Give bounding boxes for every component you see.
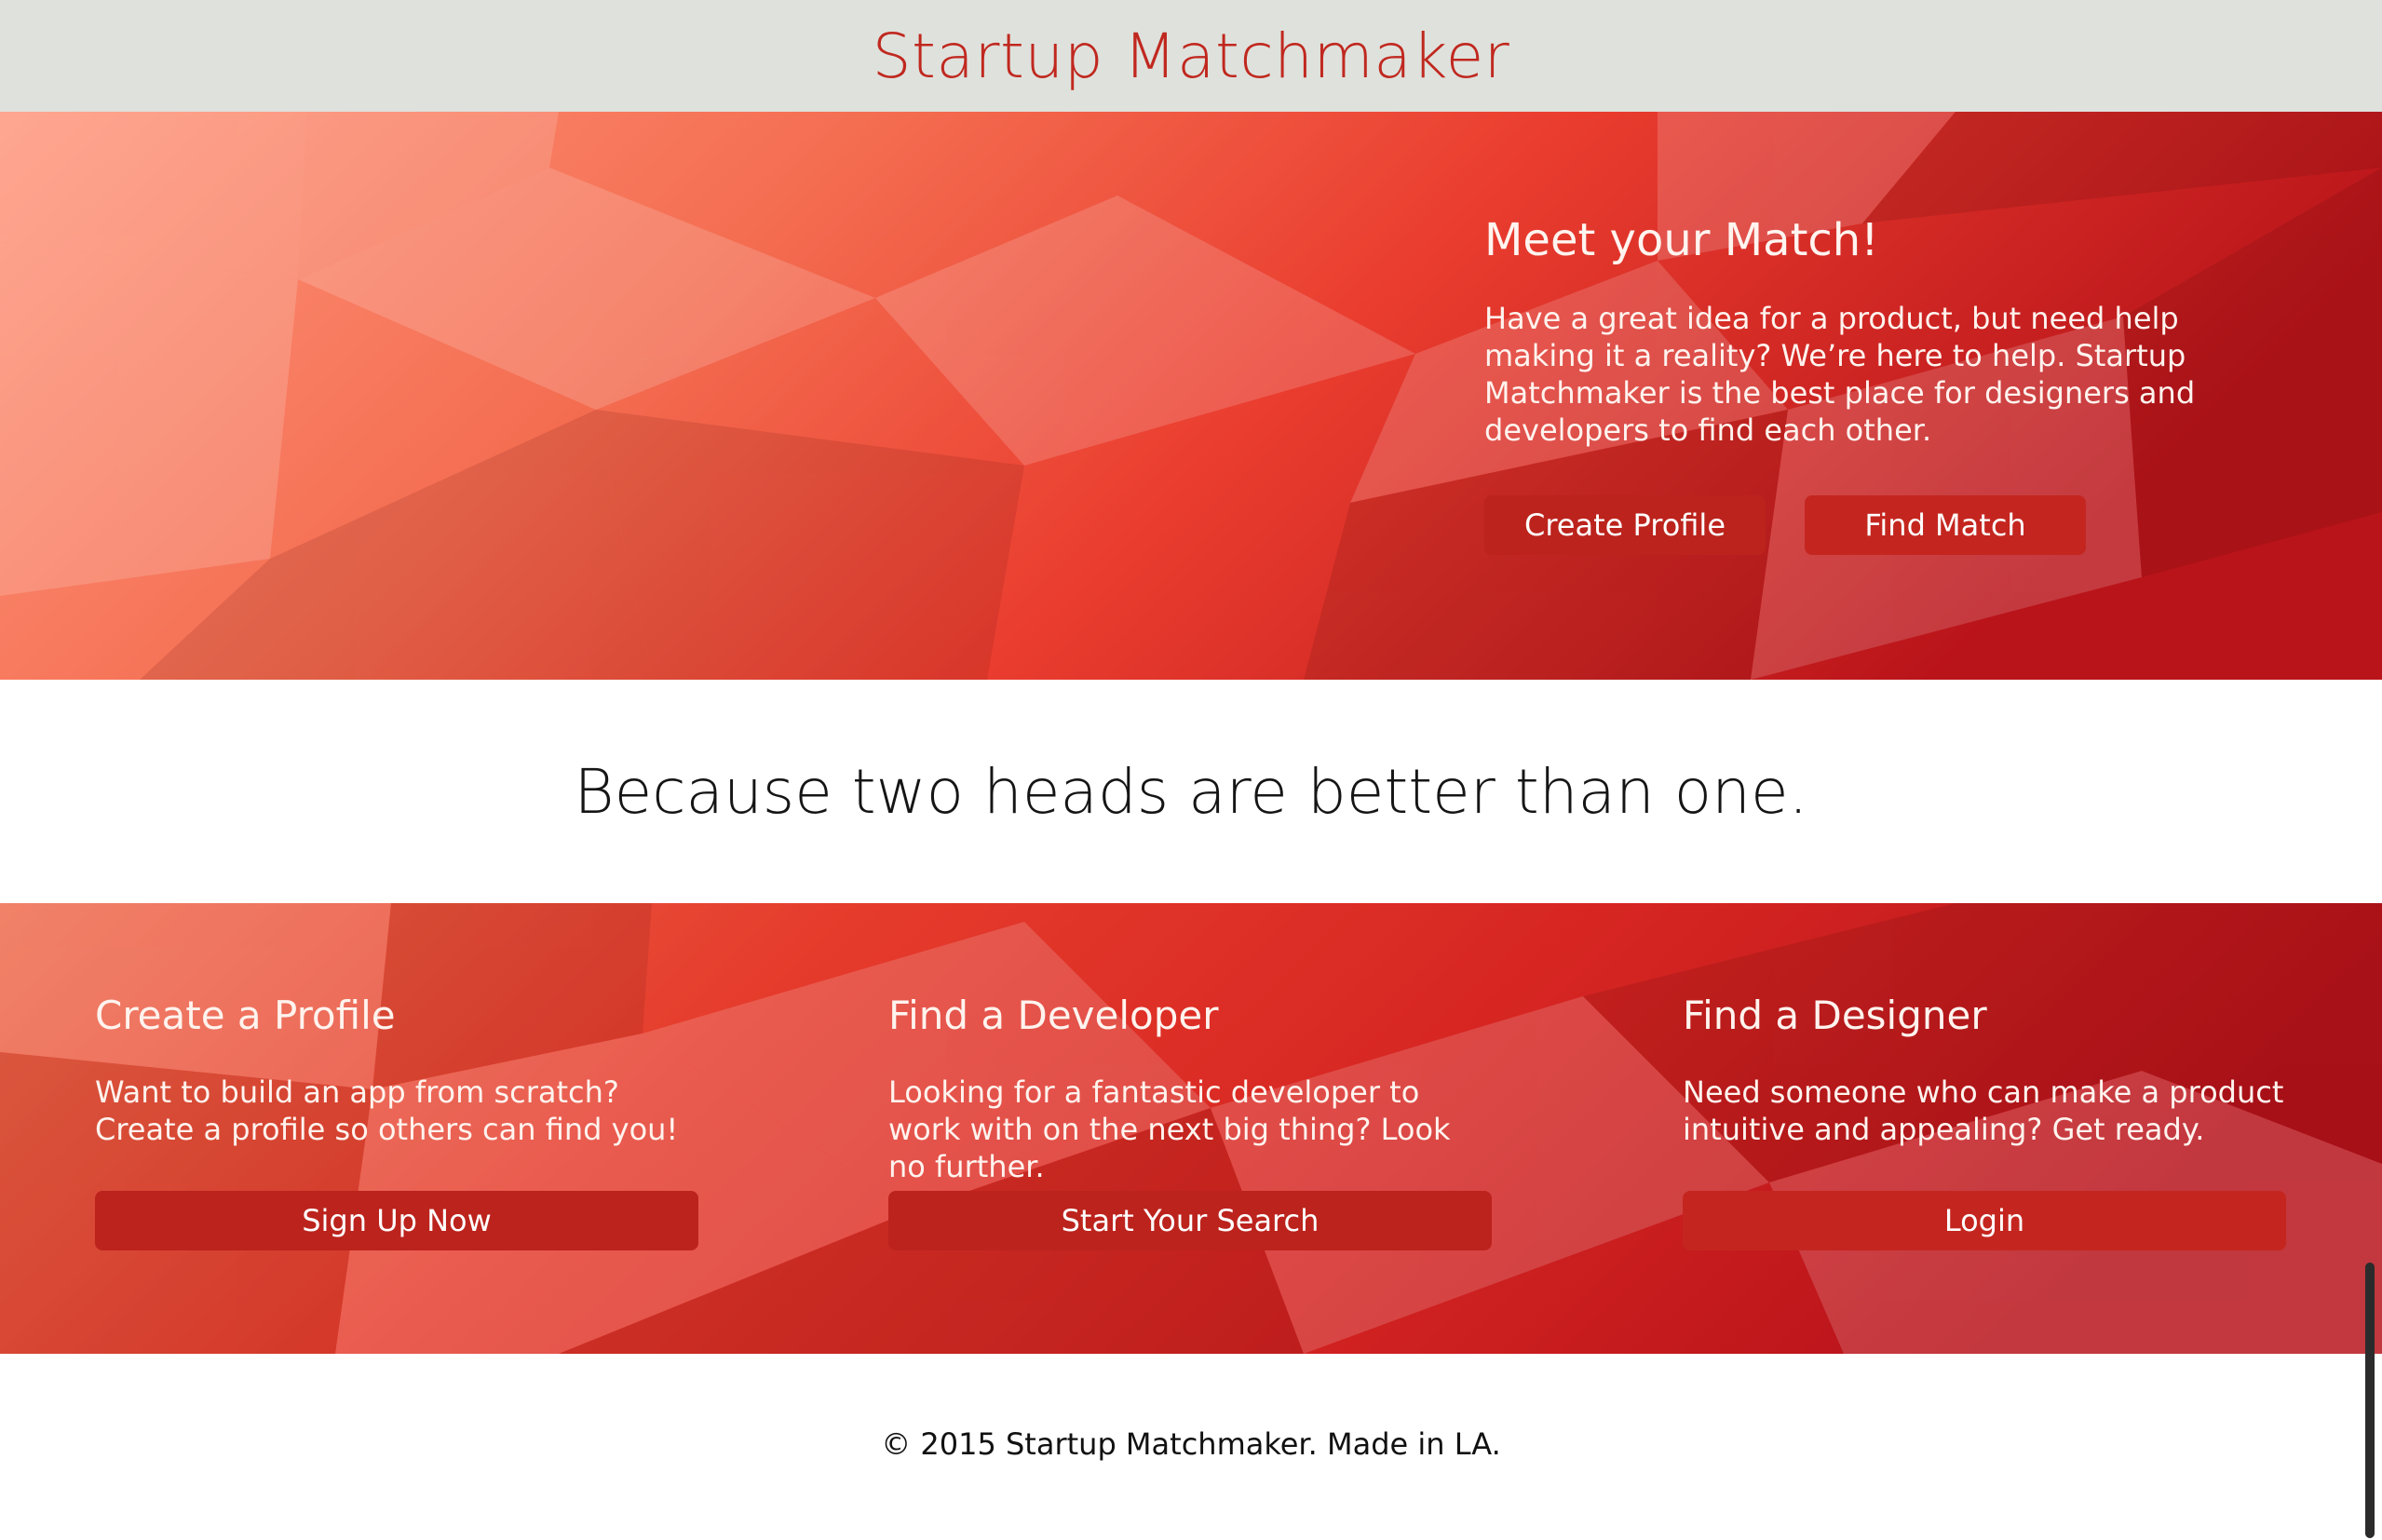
footer-copyright: © 2015 Startup Matchmaker. Made in LA.: [881, 1426, 1501, 1462]
feature-description: Need someone who can make a product intu…: [1683, 1074, 2284, 1147]
footer: © 2015 Startup Matchmaker. Made in LA.: [0, 1354, 2382, 1540]
vertical-scrollbar[interactable]: [2365, 1263, 2375, 1538]
tagline: Because two heads are better than one.: [574, 755, 1808, 828]
feature-title: Find a Developer: [888, 993, 1219, 1038]
top-header: Startup Matchmaker: [0, 0, 2382, 112]
feature-description: Looking for a fantastic developer to wor…: [888, 1074, 1451, 1184]
feature-create-profile: Create a Profile Want to build an app fr…: [95, 993, 698, 1250]
features-section: Create a Profile Want to build an app fr…: [0, 903, 2382, 1354]
feature-find-developer: Find a Developer Looking for a fantastic…: [888, 993, 1492, 1250]
hero-description: Have a great idea for a product, but nee…: [1484, 301, 2196, 448]
start-your-search-button[interactable]: Start Your Search: [888, 1191, 1492, 1250]
hero-content: Meet your Match! Have a great idea for a…: [1484, 214, 2267, 555]
hero-section: Meet your Match! Have a great idea for a…: [0, 112, 2382, 680]
hero-heading: Meet your Match!: [1484, 214, 1879, 266]
create-profile-button[interactable]: Create Profile: [1484, 495, 1766, 555]
feature-description: Want to build an app from scratch? Creat…: [95, 1074, 679, 1147]
login-button[interactable]: Login: [1683, 1191, 2286, 1250]
feature-title: Find a Designer: [1683, 993, 1987, 1038]
feature-title: Create a Profile: [95, 993, 396, 1038]
sign-up-now-button[interactable]: Sign Up Now: [95, 1191, 698, 1250]
tagline-section: Because two heads are better than one.: [0, 680, 2382, 903]
hero-buttons: Create Profile Find Match: [1484, 495, 2267, 555]
find-match-button[interactable]: Find Match: [1805, 495, 2086, 555]
feature-find-designer: Find a Designer Need someone who can mak…: [1683, 993, 2286, 1250]
site-title[interactable]: Startup Matchmaker: [873, 20, 1510, 92]
